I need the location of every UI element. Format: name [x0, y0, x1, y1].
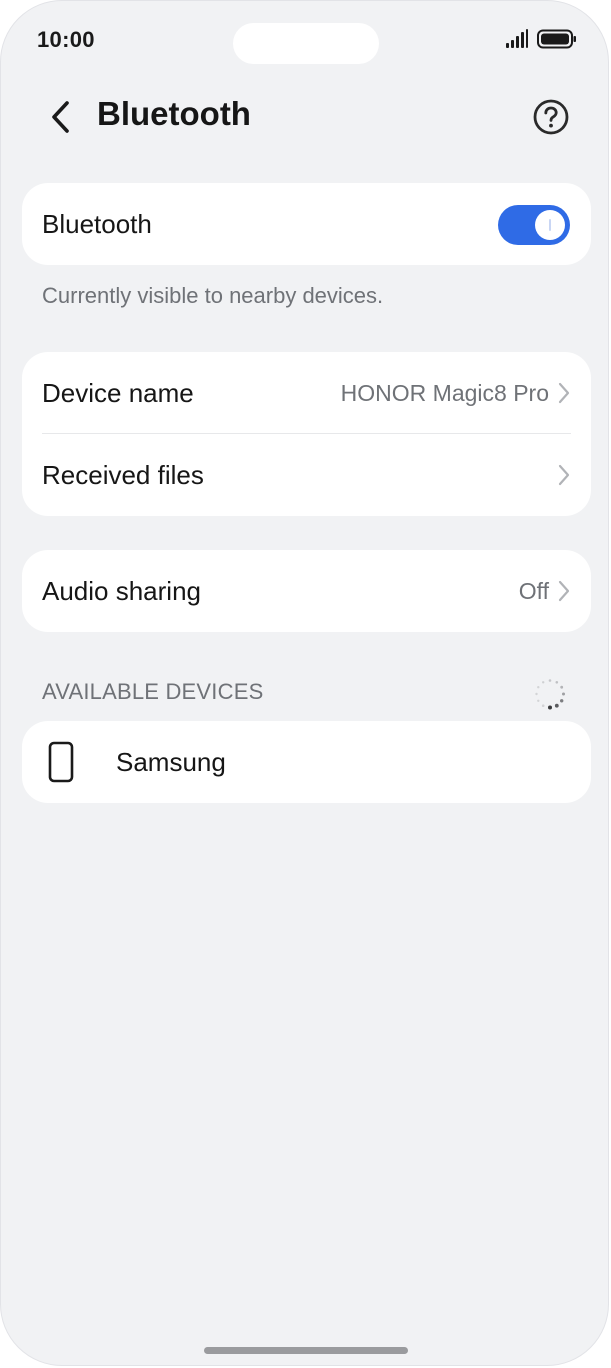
- phone-icon: [48, 741, 74, 783]
- device-row[interactable]: Samsung: [22, 721, 591, 803]
- device-name-label: Device name: [42, 377, 194, 408]
- chevron-right-icon: [558, 580, 570, 602]
- audio-sharing-label: Audio sharing: [42, 575, 201, 606]
- bluetooth-toggle-card: Bluetooth: [22, 183, 591, 265]
- signal-icon: [506, 29, 528, 48]
- visibility-caption: Currently visible to nearby devices.: [42, 283, 384, 308]
- received-files-label: Received files: [42, 459, 204, 490]
- available-devices-header: AVAILABLE DEVICES: [42, 679, 264, 704]
- device-name-value: HONOR Magic8 Pro: [340, 379, 549, 406]
- switch-knob: [535, 210, 565, 240]
- help-button[interactable]: [527, 93, 575, 141]
- status-time: 10:00: [37, 27, 95, 52]
- status-bar: 10:00: [1, 1, 608, 81]
- battery-icon: [537, 29, 576, 49]
- camera-notch: [233, 23, 379, 64]
- chevron-right-icon: [558, 382, 570, 404]
- phone-screen: 10:00 Bluetooth Bluetooth Currently visi…: [0, 0, 609, 1366]
- chevron-right-icon: [558, 464, 570, 486]
- back-button[interactable]: [37, 93, 85, 141]
- page-title: Bluetooth: [97, 95, 251, 132]
- available-devices-card: Samsung: [22, 721, 591, 803]
- audio-sharing-card: Audio sharing Off: [22, 550, 591, 632]
- header: Bluetooth: [1, 85, 608, 149]
- help-icon: [533, 99, 569, 135]
- audio-sharing-row[interactable]: Audio sharing Off: [22, 550, 591, 632]
- device-name: Samsung: [116, 746, 226, 777]
- home-indicator[interactable]: [204, 1347, 408, 1354]
- device-settings-card: Device name HONOR Magic8 Pro Received fi…: [22, 352, 591, 516]
- device-name-row[interactable]: Device name HONOR Magic8 Pro: [22, 352, 591, 434]
- back-arrow-icon: [52, 101, 69, 133]
- loading-spinner-icon: [535, 679, 565, 710]
- received-files-row[interactable]: Received files: [22, 434, 591, 516]
- bluetooth-toggle-row[interactable]: Bluetooth: [22, 183, 591, 265]
- audio-sharing-value: Off: [518, 577, 549, 604]
- bluetooth-switch[interactable]: [498, 205, 570, 245]
- bluetooth-toggle-label: Bluetooth: [42, 208, 152, 239]
